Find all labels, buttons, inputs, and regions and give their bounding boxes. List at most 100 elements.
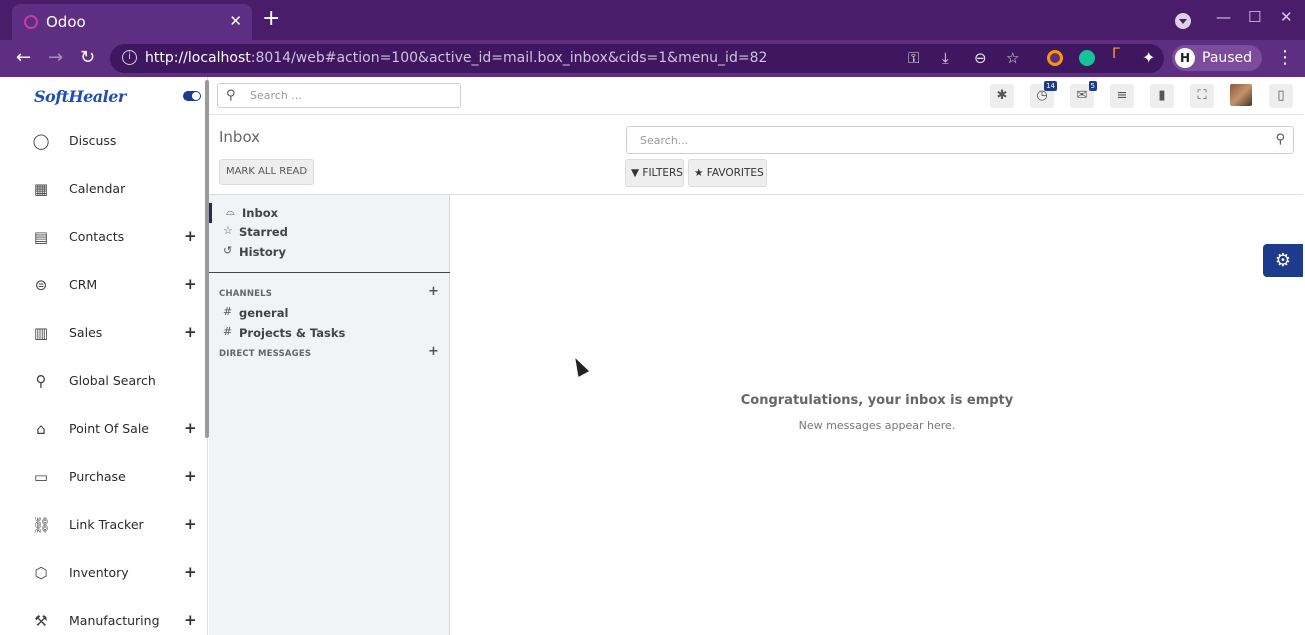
close-window-icon[interactable]: ✕ [1280, 8, 1293, 26]
search-placeholder: Search... [640, 134, 689, 147]
key-icon[interactable]: ⚿ [908, 49, 919, 67]
expand-plus-icon[interactable]: + [184, 563, 197, 581]
extension-color-icon[interactable] [1047, 50, 1063, 66]
forward-icon[interactable]: → [48, 47, 63, 69]
direct-messages-header[interactable]: DIRECT MESSAGES [219, 349, 311, 359]
mailbox-starred[interactable]: ☆ Starred [209, 222, 450, 242]
grammarly-icon[interactable] [1079, 50, 1095, 66]
search-placeholder: Search ... [250, 89, 302, 102]
new-tab-button[interactable]: + [262, 8, 280, 30]
extension-r-icon[interactable]: Γ [1112, 46, 1128, 62]
minimize-icon[interactable]: — [1216, 8, 1231, 26]
credit-card-icon: ▭ [33, 468, 49, 486]
add-direct-message-button[interactable]: + [428, 344, 439, 359]
app-sidebar: SoftHealer ◯ Discuss ▦ Calendar ▤ Contac… [2, 77, 208, 635]
extensions-puzzle-icon[interactable]: ✦ [1142, 47, 1155, 69]
sidebar-item-sales[interactable]: ▥ Sales + [2, 313, 208, 353]
sidebar-item-link-tracker[interactable]: ⛓ Link Tracker + [2, 505, 208, 545]
calendar-icon: ▦ [33, 180, 49, 198]
channel-label: general [239, 306, 289, 320]
company-logo[interactable]: SoftHealer [34, 87, 126, 106]
expand-plus-icon[interactable]: + [184, 275, 197, 293]
mailbox-inbox[interactable]: ⌓ Inbox [209, 203, 450, 223]
profile-status: Paused [1202, 50, 1253, 66]
browser-menu-icon[interactable]: ⋮ [1276, 47, 1294, 68]
crm-icon: ⊜ [34, 276, 48, 294]
favorites-button[interactable]: ★ FAVORITES [688, 159, 767, 187]
search-input[interactable]: Search... ⚲ [626, 126, 1294, 154]
filters-button[interactable]: ▼ FILTERS [625, 159, 684, 187]
sidebar-item-purchase[interactable]: ▭ Purchase + [2, 457, 208, 497]
hash-icon: # [223, 305, 233, 318]
expand-plus-icon[interactable]: + [184, 515, 197, 533]
user-avatar[interactable] [1230, 84, 1252, 106]
sidebar-item-contacts[interactable]: ▤ Contacts + [2, 217, 208, 257]
empty-inbox-subtitle: New messages appear here. [798, 419, 956, 432]
expand-plus-icon[interactable]: + [184, 467, 197, 485]
sidebar-item-calendar[interactable]: ▦ Calendar [2, 169, 208, 209]
profile-button[interactable]: H Paused [1172, 45, 1262, 71]
sidebar-item-inventory[interactable]: ⬡ Inventory + [2, 553, 208, 593]
maximize-icon[interactable]: ☐ [1248, 8, 1261, 26]
message-count-badge: 5 [1088, 81, 1097, 91]
inbox-icon: ⌓ [226, 205, 235, 218]
bookmark-star-icon[interactable]: ☆ [1006, 49, 1019, 67]
channel-general[interactable]: # general [209, 303, 450, 323]
back-icon[interactable]: ← [16, 47, 31, 69]
expand-plus-icon[interactable]: + [184, 323, 197, 341]
channels-header[interactable]: CHANNELS [219, 289, 272, 299]
favorites-label: FAVORITES [706, 167, 764, 179]
profile-avatar: H [1175, 48, 1195, 68]
search-icon[interactable]: ⚲ [1275, 132, 1285, 147]
sidebar-item-discuss[interactable]: ◯ Discuss [2, 121, 208, 161]
fullscreen-icon[interactable]: ⛶ [1190, 84, 1214, 108]
sidebar-item-crm[interactable]: ⊜ CRM + [2, 265, 208, 305]
app-topbar: ⚲ Search ... ✱ ◷ 14 ✉ 5 ≡ ▮ ⛶ ▯ [209, 77, 1303, 115]
zoom-icon[interactable]: ⊖ [974, 49, 987, 67]
message-thread-area: Congratulations, your inbox is empty New… [451, 195, 1303, 635]
reload-icon[interactable]: ↻ [80, 47, 95, 69]
close-tab-icon[interactable]: ✕ [229, 12, 242, 30]
tab-search-icon[interactable] [1175, 13, 1191, 29]
chat-icon: ◯ [32, 132, 50, 150]
link-icon: ⛓ [32, 516, 52, 534]
debug-bug-icon[interactable]: ✱ [990, 84, 1014, 108]
expand-plus-icon[interactable]: + [184, 227, 197, 245]
sidebar-item-point-of-sale[interactable]: ⌂ Point Of Sale + [2, 409, 208, 449]
sidebar-item-label: Link Tracker [69, 517, 144, 532]
url-path: :8014/web#action=100&active_id=mail.box_… [250, 50, 768, 66]
install-icon[interactable]: ⤓ [942, 49, 949, 67]
mailbox-history[interactable]: ↺ History [209, 242, 450, 262]
channel-projects-tasks[interactable]: # Projects & Tasks [209, 323, 450, 343]
browser-tab[interactable]: Odoo ✕ [12, 4, 252, 40]
layers-icon[interactable]: ≡ [1110, 84, 1134, 108]
menu-search-input[interactable]: ⚲ Search ... [217, 83, 461, 108]
sidebar-item-manufacturing[interactable]: ⚒ Manufacturing + [2, 601, 208, 635]
site-info-icon[interactable]: i [122, 50, 137, 65]
expand-plus-icon[interactable]: + [184, 419, 197, 437]
sidebar-item-label: Purchase [69, 469, 126, 484]
sidebar-toggle[interactable] [183, 91, 201, 101]
bar-chart-icon: ▥ [33, 324, 49, 342]
mark-all-read-button[interactable]: MARK ALL READ [219, 159, 314, 185]
messages-chat-icon[interactable]: ✉ 5 [1070, 81, 1097, 108]
bookmark-icon[interactable]: ▮ [1150, 84, 1174, 108]
discuss-sidebar: ⌓ Inbox ☆ Starred ↺ History CHANNELS + #… [209, 195, 450, 635]
address-bar[interactable]: i http://localhost:8014/web#action=100&a… [110, 44, 1164, 73]
sidebar-item-global-search[interactable]: ⚲ Global Search [2, 361, 208, 401]
sidebar-item-label: Inventory [69, 565, 129, 580]
sidebar-item-label: Discuss [69, 133, 117, 148]
url-text: http://localhost:8014/web#action=100&act… [145, 50, 767, 66]
gear-icon: ⚙ [1274, 250, 1292, 271]
sidebar-item-label: CRM [69, 277, 98, 292]
store-icon: ⌂ [36, 420, 46, 438]
mailbox-label: Starred [239, 225, 288, 239]
activity-clock-icon[interactable]: ◷ 14 [1030, 81, 1057, 108]
browser-tab-strip: Odoo ✕ + — ☐ ✕ [0, 0, 1305, 40]
odoo-favicon-icon [24, 15, 38, 29]
company-building-icon[interactable]: ▯ [1269, 84, 1293, 108]
expand-plus-icon[interactable]: + [184, 611, 197, 629]
settings-gear-button[interactable]: ⚙ [1263, 244, 1303, 277]
address-card-icon: ▤ [33, 228, 49, 246]
add-channel-button[interactable]: + [428, 284, 439, 299]
